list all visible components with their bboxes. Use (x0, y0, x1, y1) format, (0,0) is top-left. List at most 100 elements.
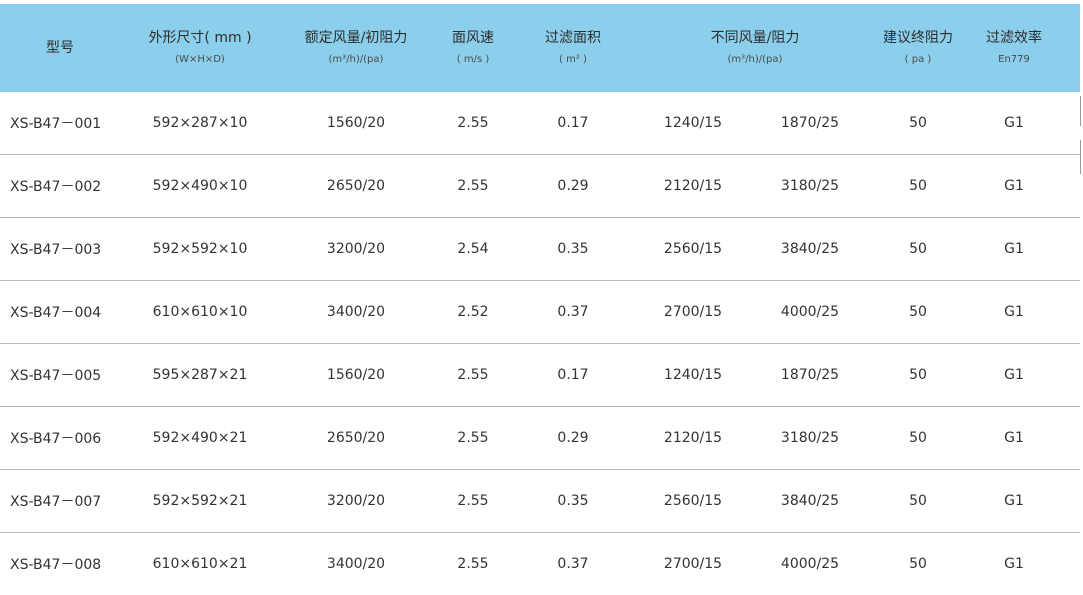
cell-diff-low: 2120/15 (663, 178, 723, 194)
cell-efficiency: G1 (1004, 430, 1024, 446)
cell-diff-low: 2120/15 (663, 430, 723, 446)
cell-area: 0.37 (557, 556, 589, 572)
header-area-unit: ( m² ) (559, 54, 587, 65)
cell-rated: 3400/20 (326, 304, 386, 320)
cell-area: 0.17 (557, 115, 589, 131)
cell-diff-low: 2700/15 (663, 556, 723, 572)
spec-table: 型号 外形尺寸( mm ) (W×H×D) 额定风量/初阻力 (m³/h)/(p… (0, 4, 1080, 595)
header-rated: 额定风量/初阻力 (m³/h)/(pa) (296, 4, 416, 92)
cell-model: XS-B47－004 (10, 305, 102, 321)
header-area-title: 过滤面积 (545, 30, 601, 46)
header-efficiency: 过滤效率 En779 (960, 4, 1068, 92)
header-resistance-title: 建议终阻力 (883, 30, 953, 46)
cell-size: 610×610×21 (152, 556, 248, 572)
cell-resistance: 50 (909, 367, 927, 383)
cell-diff-high: 4000/25 (780, 304, 840, 320)
table-row: XS-B47－004 610×610×10 3400/20 2.52 0.37 … (0, 281, 1080, 344)
cell-model: XS-B47－003 (10, 242, 102, 258)
cell-rated: 3400/20 (326, 556, 386, 572)
cell-resistance: 50 (909, 493, 927, 509)
table-row: XS-B47－002 592×490×10 2650/20 2.55 0.29 … (0, 155, 1080, 218)
header-rated-unit: (m³/h)/(pa) (328, 54, 384, 65)
cell-speed: 2.55 (457, 556, 489, 572)
header-speed-title: 面风速 (452, 30, 494, 46)
cell-size: 592×490×21 (152, 430, 248, 446)
cell-rated: 3200/20 (326, 493, 386, 509)
cell-model: XS-B47－001 (10, 116, 102, 132)
cell-diff-high: 4000/25 (780, 556, 840, 572)
cell-efficiency: G1 (1004, 493, 1024, 509)
cell-area: 0.35 (557, 493, 589, 509)
header-size: 外形尺寸( mm ) (W×H×D) (130, 4, 270, 92)
header-model-title: 型号 (46, 40, 74, 56)
cell-resistance: 50 (909, 115, 927, 131)
header-rated-title: 额定风量/初阻力 (304, 30, 408, 46)
cell-rated: 1560/20 (326, 367, 386, 383)
header-size-unit: (W×H×D) (175, 54, 225, 65)
cell-area: 0.37 (557, 304, 589, 320)
cell-size: 592×592×10 (152, 241, 248, 257)
cell-efficiency: G1 (1004, 178, 1024, 194)
cell-model: XS-B47－007 (10, 494, 102, 510)
cell-model: XS-B47－008 (10, 557, 102, 573)
cell-size: 592×490×10 (152, 178, 248, 194)
cell-diff-low: 1240/15 (663, 367, 723, 383)
cell-size: 595×287×21 (152, 367, 248, 383)
header-resistance-unit: ( pa ) (904, 54, 932, 65)
cell-resistance: 50 (909, 556, 927, 572)
header-diff-title: 不同风量/阻力 (710, 30, 800, 46)
cell-resistance: 50 (909, 178, 927, 194)
table-row: XS-B47－003 592×592×10 3200/20 2.54 0.35 … (0, 218, 1080, 281)
table-row: XS-B47－008 610×610×21 3400/20 2.55 0.37 … (0, 533, 1080, 595)
edge-divider (1080, 140, 1081, 174)
header-efficiency-title: 过滤效率 (986, 30, 1042, 46)
cell-rated: 2650/20 (326, 430, 386, 446)
header-model: 型号 (0, 4, 120, 92)
table-row: XS-B47－001 592×287×10 1560/20 2.55 0.17 … (0, 92, 1080, 155)
cell-rated: 3200/20 (326, 241, 386, 257)
cell-model: XS-B47－005 (10, 368, 102, 384)
cell-diff-high: 3180/25 (780, 430, 840, 446)
cell-speed: 2.55 (457, 115, 489, 131)
cell-size: 592×592×21 (152, 493, 248, 509)
header-area: 过滤面积 ( m² ) (518, 4, 628, 92)
cell-efficiency: G1 (1004, 304, 1024, 320)
cell-speed: 2.55 (457, 178, 489, 194)
cell-area: 0.29 (557, 430, 589, 446)
cell-size: 592×287×10 (152, 115, 248, 131)
cell-diff-low: 2700/15 (663, 304, 723, 320)
table-row: XS-B47－007 592×592×21 3200/20 2.55 0.35 … (0, 470, 1080, 533)
table-header: 型号 外形尺寸( mm ) (W×H×D) 额定风量/初阻力 (m³/h)/(p… (0, 4, 1080, 92)
cell-speed: 2.55 (457, 430, 489, 446)
cell-efficiency: G1 (1004, 556, 1024, 572)
cell-diff-high: 1870/25 (780, 115, 840, 131)
cell-speed: 2.52 (457, 304, 489, 320)
header-diff-unit: (m³/h)/(pa) (727, 54, 783, 65)
cell-diff-high: 3180/25 (780, 178, 840, 194)
cell-rated: 2650/20 (326, 178, 386, 194)
cell-diff-high: 1870/25 (780, 367, 840, 383)
cell-efficiency: G1 (1004, 241, 1024, 257)
cell-area: 0.17 (557, 367, 589, 383)
cell-speed: 2.55 (457, 367, 489, 383)
header-efficiency-standard: En779 (998, 54, 1030, 65)
table-row: XS-B47－005 595×287×21 1560/20 2.55 0.17 … (0, 344, 1080, 407)
cell-diff-high: 3840/25 (780, 493, 840, 509)
cell-diff-low: 2560/15 (663, 493, 723, 509)
cell-rated: 1560/20 (326, 115, 386, 131)
header-speed: 面风速 ( m/s ) (418, 4, 528, 92)
cell-diff-high: 3840/25 (780, 241, 840, 257)
cell-diff-low: 2560/15 (663, 241, 723, 257)
table-body: XS-B47－001 592×287×10 1560/20 2.55 0.17 … (0, 92, 1080, 595)
cell-area: 0.35 (557, 241, 589, 257)
cell-model: XS-B47－002 (10, 179, 102, 195)
cell-speed: 2.54 (457, 241, 489, 257)
cell-area: 0.29 (557, 178, 589, 194)
table-row: XS-B47－006 592×490×21 2650/20 2.55 0.29 … (0, 407, 1080, 470)
edge-divider (1080, 96, 1081, 126)
cell-efficiency: G1 (1004, 367, 1024, 383)
cell-resistance: 50 (909, 430, 927, 446)
header-size-title: 外形尺寸( mm ) (148, 30, 252, 46)
header-diff: 不同风量/阻力 (m³/h)/(pa) (665, 4, 845, 92)
cell-efficiency: G1 (1004, 115, 1024, 131)
